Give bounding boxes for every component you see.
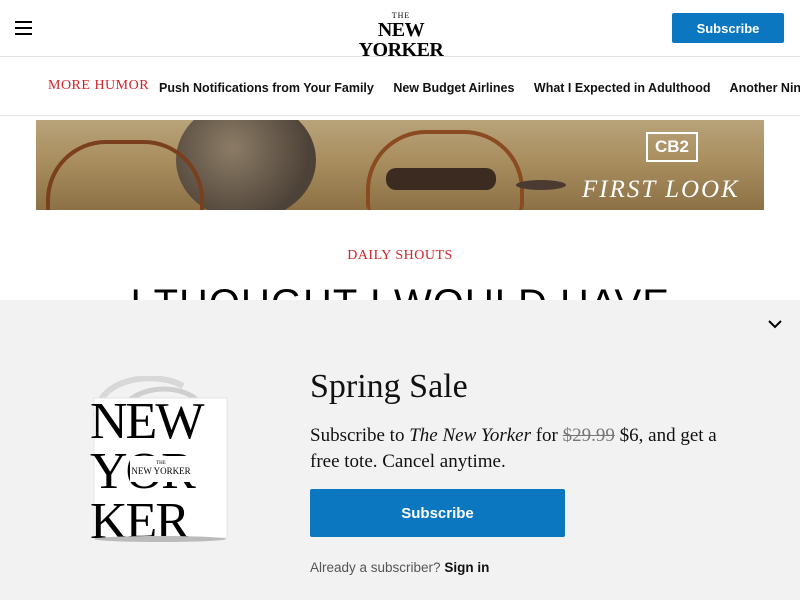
offer-text-prefix: Subscribe to	[310, 425, 405, 446]
subscription-modal: NEW YOR KER THE NEW YORKER Spring Sale S…	[0, 300, 800, 600]
offer-text-for: for	[535, 425, 558, 446]
subnav-link[interactable]: Push Notifications from Your Family	[159, 81, 374, 95]
subnav-links: Push Notifications from Your Family New …	[159, 81, 800, 95]
site-header: THE NEW YORKER Subscribe	[0, 0, 800, 61]
ad-cushion-image	[386, 168, 496, 190]
header-subscribe-button[interactable]: Subscribe	[672, 13, 784, 43]
hamburger-menu-icon[interactable]	[14, 18, 34, 38]
more-humor-label[interactable]: MORE HUMOR	[48, 78, 149, 94]
subnav-link[interactable]: Another Nineties W	[730, 81, 800, 95]
ad-brand-logo: CB2	[646, 132, 698, 162]
ad-table-image	[516, 180, 566, 190]
offer-description: Subscribe to The New Yorker for $29.99 $…	[310, 423, 740, 475]
signin-link[interactable]: Sign in	[444, 560, 489, 575]
article-kicker[interactable]: DAILY SHOUTS	[0, 248, 800, 264]
offer-publication: The New Yorker	[409, 425, 531, 446]
tote-logo-text: NEW YORKER	[131, 466, 190, 476]
subnav-link[interactable]: New Budget Airlines	[393, 81, 514, 95]
modal-subscribe-button[interactable]: Subscribe	[310, 489, 565, 537]
chevron-down-icon[interactable]	[765, 314, 785, 334]
offer-title: Spring Sale	[310, 368, 468, 405]
svg-text:NEW: NEW	[90, 393, 204, 450]
signin-prompt: Already a subscriber?	[310, 560, 441, 575]
logo-name: NEW YORKER	[358, 19, 444, 61]
advertisement-banner[interactable]: CB2 FIRST LOOK	[36, 120, 764, 210]
article-headline: I THOUGHT I WOULD HAVE	[0, 280, 800, 300]
signin-row: Already a subscriber? Sign in	[310, 560, 489, 575]
new-yorker-logo[interactable]: THE NEW YORKER	[345, 12, 457, 61]
humor-subnav: MORE HUMOR Push Notifications from Your …	[0, 57, 800, 116]
subnav-link[interactable]: What I Expected in Adulthood	[534, 81, 711, 95]
ad-tagline: FIRST LOOK	[582, 176, 740, 203]
offer-old-price: $29.99	[562, 425, 615, 446]
tote-bag-image: NEW YOR KER THE NEW YORKER	[90, 376, 228, 544]
